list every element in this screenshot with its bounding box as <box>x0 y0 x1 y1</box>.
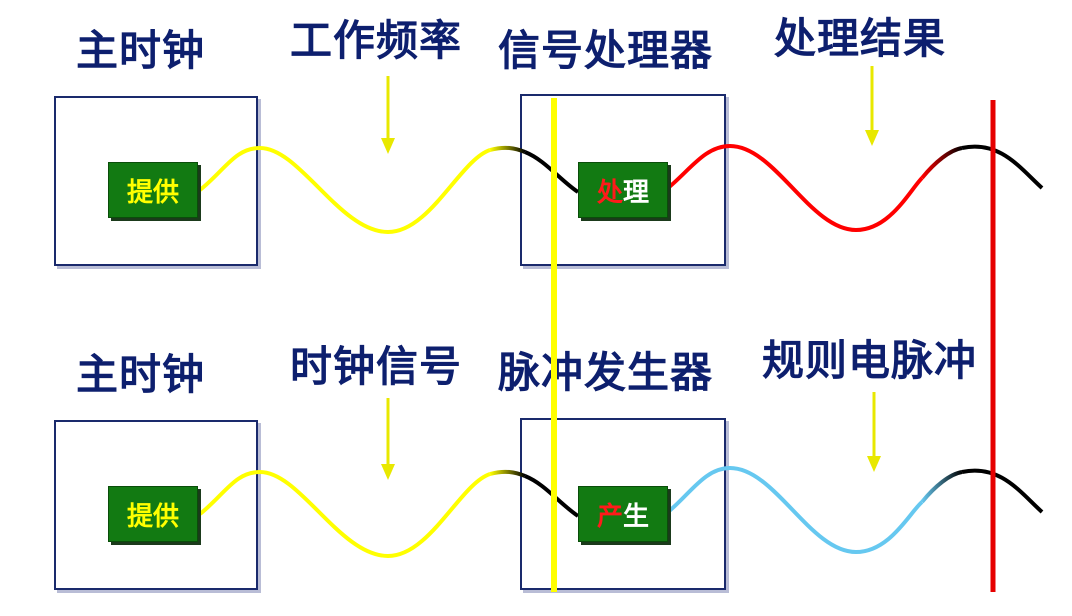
bottom-input-wave-fade <box>489 469 526 478</box>
bottom-output-wave <box>666 465 924 555</box>
bottom-pulse-arrow <box>867 392 881 472</box>
bottom-generate-button-char-2: 生 <box>623 501 650 532</box>
top-output-wave-tail <box>961 144 1044 190</box>
top-frequency-arrow <box>381 76 395 154</box>
bottom-generate-button[interactable]: 产生 <box>578 486 668 542</box>
top-output-wave-fade <box>920 146 963 180</box>
bottom-input-wave <box>198 469 491 559</box>
top-output-wave <box>666 143 924 233</box>
top-process-button-char-1: 处 <box>596 177 623 208</box>
bottom-output-wave-fade <box>920 470 963 504</box>
top-provide-button[interactable]: 提供 <box>108 162 198 218</box>
bottom-generate-button-char-1: 产 <box>596 501 623 532</box>
bottom-output-wave-tail <box>961 468 1044 514</box>
top-input-wave-fade <box>489 145 526 154</box>
top-result-arrow <box>865 66 879 146</box>
bottom-clock-signal-arrow <box>381 398 395 480</box>
bottom-provide-button[interactable]: 提供 <box>108 486 198 542</box>
top-process-button-char-2: 理 <box>623 177 650 208</box>
top-provide-button-label: 提供 <box>126 177 179 208</box>
top-input-wave <box>198 145 491 235</box>
top-process-button[interactable]: 处理 <box>578 162 668 218</box>
bottom-provide-button-label: 提供 <box>126 501 179 532</box>
